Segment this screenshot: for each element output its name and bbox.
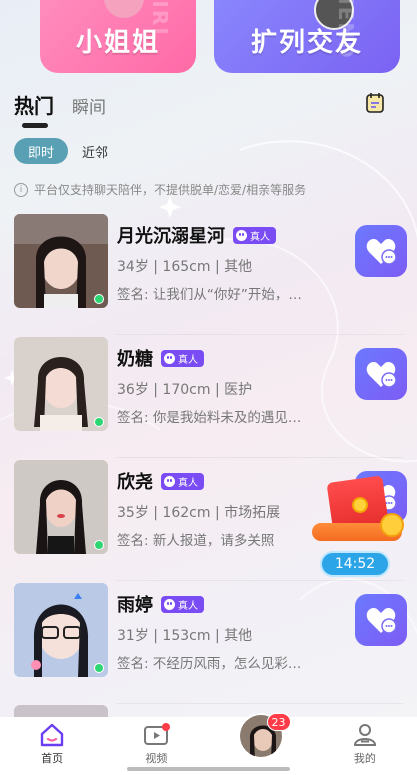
tab-moments[interactable]: 瞬间	[72, 93, 106, 119]
calendar-icon[interactable]	[366, 92, 386, 114]
avatar[interactable]	[14, 337, 108, 431]
chip-nearby[interactable]: 近邻	[82, 142, 108, 161]
filter-chips: 即时 近邻	[14, 138, 108, 164]
smile-icon	[236, 229, 247, 241]
verified-badge: 真人	[161, 595, 204, 613]
divider	[117, 703, 403, 704]
user-icon	[353, 724, 376, 746]
girls-banner[interactable]: GIRL 小姐姐	[40, 0, 196, 73]
home-icon	[40, 723, 64, 747]
chat-heart-button[interactable]	[355, 225, 407, 277]
user-meta: 35岁 | 162cm | 市场拓展	[117, 505, 281, 521]
smile-icon	[164, 475, 175, 487]
online-indicator	[94, 417, 104, 427]
tab-hot[interactable]: 热门	[14, 90, 54, 128]
list-item[interactable]: 月光沉溺星河 真人 34岁 | 165cm | 其他 签名: 让我们从“你好”开…	[0, 212, 417, 335]
online-indicator	[94, 663, 104, 673]
gold-coin-icon	[380, 513, 404, 537]
chat-heart-button[interactable]	[355, 348, 407, 400]
online-indicator	[94, 540, 104, 550]
smile-icon	[164, 352, 175, 364]
user-name: 雨婷	[117, 595, 153, 616]
countdown-timer[interactable]: 14:52	[320, 551, 390, 577]
make-friends-banner[interactable]: FRIEND 扩列交友	[214, 0, 400, 73]
nav-mine[interactable]: 我的	[313, 717, 417, 775]
chat-heart-button[interactable]	[355, 594, 407, 646]
verified-badge: 真人	[161, 472, 204, 490]
user-name: 月光沉溺星河	[117, 226, 225, 247]
verified-badge: 真人	[161, 349, 204, 367]
user-name: 奶糖	[117, 349, 153, 370]
user-name: 欣尧	[117, 472, 153, 493]
user-signature: 签名: 让我们从“你好”开始，…	[117, 287, 302, 303]
nav-home[interactable]: 首页	[0, 717, 104, 775]
list-item[interactable]: 奶糖 真人 36岁 | 170cm | 医护 签名: 你是我始料未及的遇见…	[0, 335, 417, 458]
user-signature: 签名: 新人报道，请多关照	[117, 533, 275, 549]
avatar[interactable]	[14, 583, 108, 677]
user-meta: 36岁 | 170cm | 医护	[117, 382, 253, 398]
avatar[interactable]	[14, 460, 108, 554]
list-item[interactable]: 雨婷 真人 31岁 | 153cm | 其他 签名: 不经历风雨，怎么见彩…	[0, 581, 417, 704]
user-list: 月光沉溺星河 真人 34岁 | 165cm | 其他 签名: 让我们从“你好”开…	[0, 212, 417, 704]
avatar[interactable]	[14, 214, 108, 308]
smile-icon	[164, 598, 175, 610]
info-icon: i	[14, 182, 28, 197]
platform-notice: i 平台仅支持聊天陪伴，不提供脱单/恋爱/相亲等服务	[14, 181, 306, 198]
user-signature: 签名: 你是我始料未及的遇见…	[117, 410, 302, 426]
notice-text: 平台仅支持聊天陪伴，不提供脱单/恋爱/相亲等服务	[34, 183, 307, 197]
banner-thumbnail	[104, 0, 144, 18]
make-friends-banner-label: 扩列交友	[250, 28, 363, 58]
heart-chat-icon	[366, 608, 397, 634]
heart-chat-icon	[366, 362, 397, 388]
girls-banner-label: 小姐姐	[75, 28, 160, 58]
user-meta: 31岁 | 153cm | 其他	[117, 628, 253, 644]
feed-tabs: 热门 瞬间	[14, 90, 106, 128]
chip-instant[interactable]: 即时	[14, 138, 68, 164]
online-indicator	[94, 294, 104, 304]
nav-mine-label: 我的	[353, 752, 376, 765]
verified-badge: 真人	[233, 226, 276, 244]
heart-chat-icon	[366, 239, 397, 265]
unread-count-badge: 23	[266, 713, 291, 731]
user-signature: 签名: 不经历风雨，怎么见彩…	[117, 656, 302, 672]
user-meta: 34岁 | 165cm | 其他	[117, 259, 253, 275]
home-indicator	[127, 767, 290, 771]
nav-home-label: 首页	[41, 752, 64, 765]
nav-video-label: 视频	[145, 752, 168, 765]
